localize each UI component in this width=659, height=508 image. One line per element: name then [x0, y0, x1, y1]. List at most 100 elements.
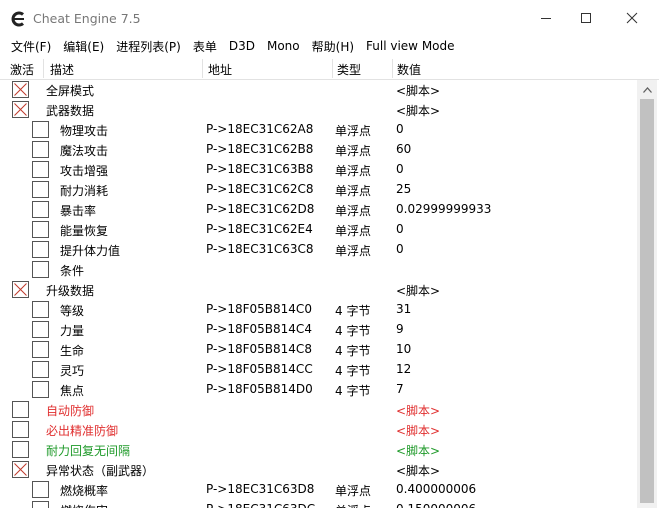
table-row[interactable]: 异常状态（副武器） <脚本> [0, 460, 637, 480]
table-row[interactable]: 燃烧伤害P->18EC31C63DC 单浮点 0.150000006 [0, 500, 637, 508]
menu-help[interactable]: 帮助(H) [312, 38, 354, 55]
checkbox[interactable] [12, 441, 29, 458]
checkbox[interactable] [32, 321, 49, 338]
row-value: <脚本> [396, 424, 441, 438]
menu-edit[interactable]: 编辑(E) [63, 38, 104, 55]
vertical-scrollbar[interactable] [637, 80, 657, 508]
row-address: P->18EC31C62D8 [206, 202, 315, 216]
row-description: 物理攻击 [60, 124, 109, 138]
checkbox[interactable] [32, 261, 49, 278]
checkbox[interactable] [32, 241, 49, 258]
maximize-button[interactable] [571, 6, 601, 32]
menu-table[interactable]: 表单 [193, 38, 217, 55]
checkbox[interactable] [32, 301, 49, 318]
row-type: 4 字节 [335, 384, 371, 398]
window-title: Cheat Engine 7.5 [33, 11, 141, 26]
table-row[interactable]: 耐力回复无间隔 <脚本> [0, 440, 637, 460]
checkbox[interactable] [32, 161, 49, 178]
checkbox-checked[interactable] [12, 81, 29, 98]
menu-process-list[interactable]: 进程列表(P) [116, 38, 181, 55]
menu-bar: 文件(F) 编辑(E) 进程列表(P) 表单 D3D Mono 帮助(H) Fu… [0, 36, 659, 56]
row-value: 0.02999999933 [396, 202, 492, 216]
table-row[interactable]: 提升体力值 P->18EC31C63C8 单浮点 0 [0, 240, 637, 260]
table-row[interactable]: 武器数据 <脚本> [0, 100, 637, 120]
checkbox[interactable] [32, 121, 49, 138]
column-divider[interactable] [202, 59, 203, 78]
checkbox[interactable] [32, 141, 49, 158]
table-row[interactable]: 生命 P->18F05B814C8 4 字节 10 [0, 340, 637, 360]
row-value: <脚本> [396, 444, 441, 458]
row-value: 0.150000006 [396, 502, 476, 508]
checkbox-checked[interactable] [12, 281, 29, 298]
row-address: P->18EC31C63D8 [206, 482, 315, 496]
column-header-active[interactable]: 激活 [10, 61, 34, 78]
checkbox-x-icon [14, 283, 27, 296]
row-description: 燃烧伤害 [60, 502, 210, 508]
menu-mono[interactable]: Mono [267, 39, 300, 53]
row-address: P->18EC31C62B8 [206, 142, 314, 156]
column-divider[interactable] [332, 59, 333, 78]
row-value: 0 [396, 162, 404, 176]
table-row[interactable]: 力量 P->18F05B814C4 4 字节 9 [0, 320, 637, 340]
table-row[interactable]: 自动防御 <脚本> [0, 400, 637, 420]
close-button[interactable] [617, 6, 647, 32]
checkbox[interactable] [32, 481, 49, 498]
checkbox[interactable] [32, 221, 49, 238]
row-description: 必出精准防御 [46, 424, 119, 438]
row-description: 魔法攻击 [60, 144, 109, 158]
table-row[interactable]: 升级数据 <脚本> [0, 280, 637, 300]
table-row[interactable]: 等级 P->18F05B814C0 4 字节 31 [0, 300, 637, 320]
row-type: 单浮点 [335, 244, 372, 258]
row-type: 单浮点 [335, 164, 372, 178]
column-divider[interactable] [392, 59, 393, 78]
menu-file[interactable]: 文件(F) [11, 38, 51, 55]
table-row[interactable]: 全屏模式 <脚本> [0, 80, 637, 100]
row-type: 单浮点 [335, 184, 372, 198]
row-value: 12 [396, 362, 412, 376]
column-header-description[interactable]: 描述 [50, 61, 74, 78]
row-description: 武器数据 [46, 104, 95, 118]
row-value: 7 [396, 382, 404, 396]
table-row[interactable]: 魔法攻击 P->18EC31C62B8 单浮点 60 [0, 140, 637, 160]
checkbox[interactable] [32, 341, 49, 358]
row-type: 单浮点 [335, 144, 372, 158]
table-row[interactable]: 暴击率 P->18EC31C62D8 单浮点 0.02999999933 [0, 200, 637, 220]
checkbox-checked[interactable] [12, 101, 29, 118]
checkbox-checked[interactable] [12, 461, 29, 478]
row-type: 4 字节 [335, 344, 371, 358]
scrollbar-thumb[interactable] [640, 99, 654, 503]
column-header-type[interactable]: 类型 [337, 61, 361, 78]
row-value: 0.400000006 [396, 482, 477, 496]
table-row[interactable]: 攻击增强 P->18EC31C63B8 单浮点 0 [0, 160, 637, 180]
table-row[interactable]: 灵巧 P->18F05B814CC 4 字节 12 [0, 360, 637, 380]
checkbox[interactable] [32, 501, 49, 508]
row-value: 0 [396, 242, 404, 256]
minimize-button[interactable] [531, 6, 561, 32]
scroll-up-arrow-icon [642, 82, 652, 96]
row-value: 25 [396, 182, 412, 196]
table-row[interactable]: 能量恢复 P->18EC31C62E4 单浮点 0 [0, 220, 637, 240]
row-type: 单浮点 [335, 204, 372, 218]
table-row[interactable]: 必出精准防御 <脚本> [0, 420, 637, 440]
table-row[interactable]: 物理攻击 P->18EC31C62A8 单浮点 0 [0, 120, 637, 140]
checkbox[interactable] [32, 201, 49, 218]
column-header-address[interactable]: 地址 [208, 61, 232, 78]
column-header-value[interactable]: 数值 [397, 61, 421, 78]
checkbox[interactable] [32, 181, 49, 198]
menu-d3d[interactable]: D3D [229, 39, 255, 53]
table-row[interactable]: 耐力消耗 P->18EC31C62C8 单浮点 25 [0, 180, 637, 200]
scroll-up-button[interactable] [637, 80, 657, 98]
table-row[interactable]: 条件 [0, 260, 637, 280]
row-address: P->18EC31C62E4 [206, 222, 313, 236]
checkbox[interactable] [12, 421, 29, 438]
checkbox[interactable] [32, 361, 49, 378]
table-row[interactable]: 燃烧概率 P->18EC31C63D8 单浮点 0.400000006 [0, 480, 637, 500]
cheat-table-list: 全屏模式 <脚本> 武器数据 <脚本> 物理攻击 P->18EC31C62A8 单浮点 0 魔法… [0, 80, 637, 508]
column-divider[interactable] [43, 59, 44, 78]
row-type: 单浮点 [335, 124, 372, 138]
table-row[interactable]: 焦点 P->18F05B814D0 4 字节 7 [0, 380, 637, 400]
checkbox[interactable] [32, 381, 49, 398]
menu-full-view-mode[interactable]: Full view Mode [366, 39, 454, 53]
checkbox[interactable] [12, 401, 29, 418]
row-description: 生命 [60, 344, 85, 358]
